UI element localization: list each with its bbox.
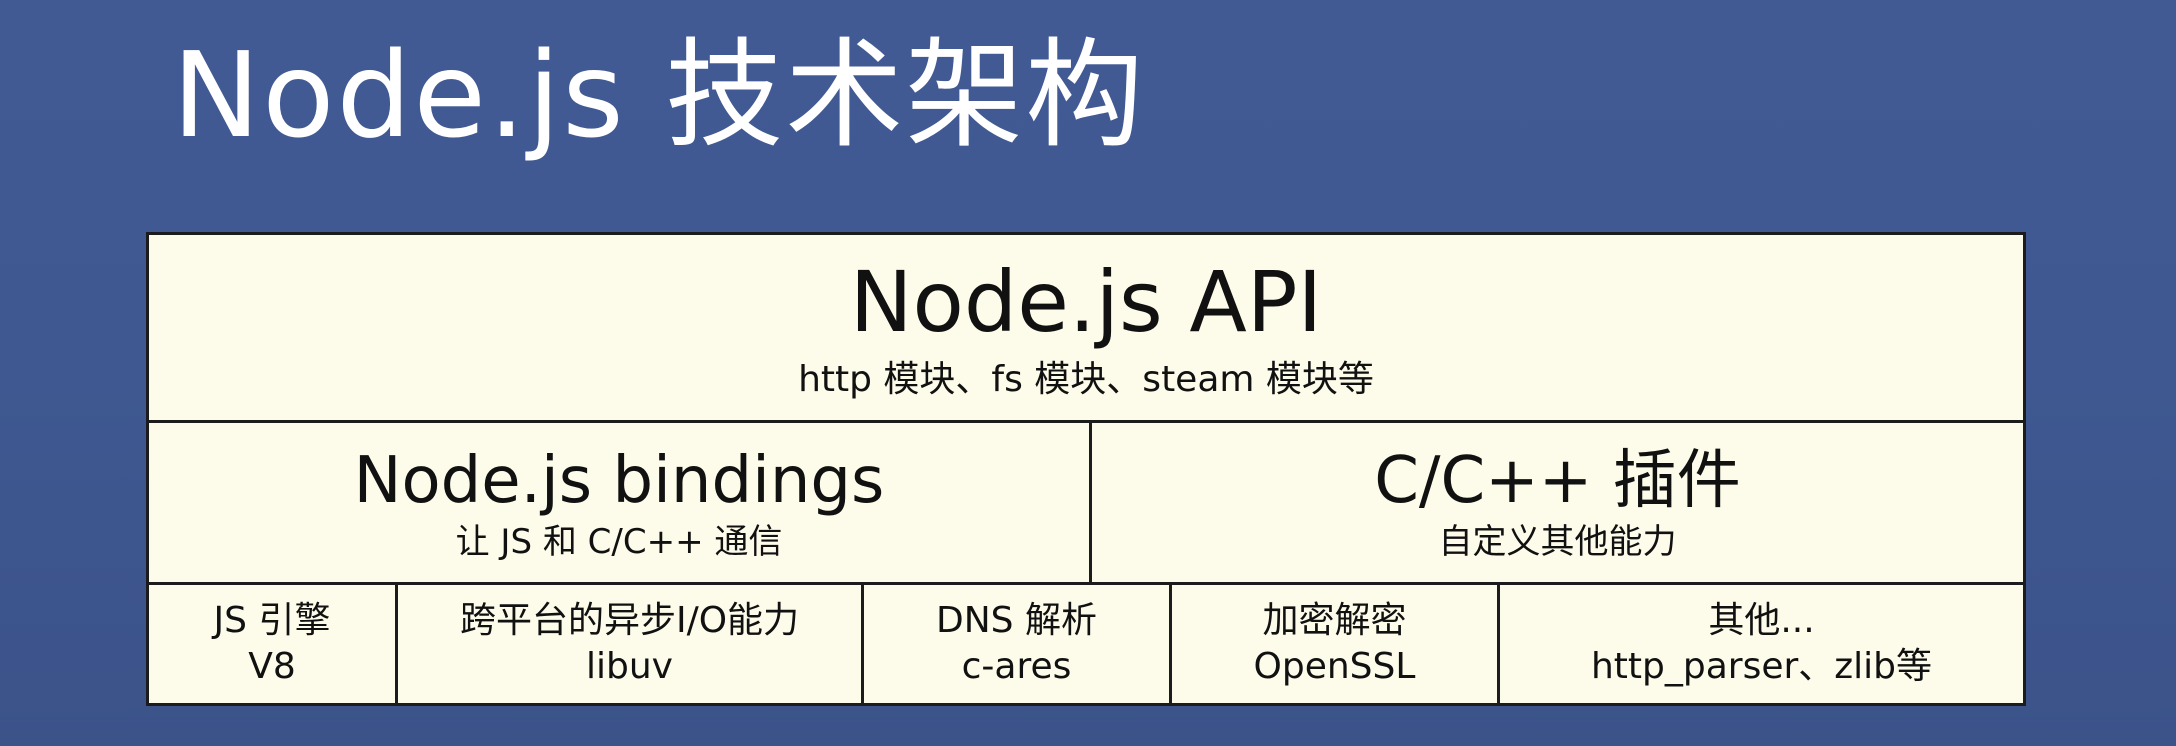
architecture-diagram: Node.js API http 模块、fs 模块、steam 模块等 Node… (146, 232, 2026, 706)
dep-v8-name: V8 (248, 646, 296, 687)
dep-other-label: 其他... (1708, 600, 1815, 641)
dep-other-box: 其他... http_parser、zlib等 (1497, 585, 2023, 703)
node-api-title: Node.js API (849, 252, 1323, 351)
addons-box: C/C++ 插件 自定义其他能力 (1089, 423, 2023, 582)
dep-libuv-box: 跨平台的异步I/O能力 libuv (395, 585, 861, 703)
dep-v8-label: JS 引擎 (213, 600, 331, 641)
node-api-subtitle: http 模块、fs 模块、steam 模块等 (798, 358, 1374, 400)
node-api-box: Node.js API http 模块、fs 模块、steam 模块等 (149, 235, 2023, 420)
binding-layer: Node.js bindings 让 JS 和 C/C++ 通信 C/C++ 插… (149, 423, 2023, 585)
dep-libuv-label: 跨平台的异步I/O能力 (459, 600, 800, 641)
addons-title: C/C++ 插件 (1374, 443, 1741, 518)
dep-v8-box: JS 引擎 V8 (149, 585, 395, 703)
dep-cares-label: DNS 解析 (936, 600, 1097, 641)
dep-openssl-name: OpenSSL (1253, 646, 1416, 687)
dep-cares-box: DNS 解析 c-ares (861, 585, 1169, 703)
dep-cares-name: c-ares (961, 646, 1072, 687)
slide: Node.js 技术架构 Node.js API http 模块、fs 模块、s… (0, 0, 2176, 746)
dependency-layer: JS 引擎 V8 跨平台的异步I/O能力 libuv DNS 解析 c-ares… (149, 585, 2023, 703)
bindings-box: Node.js bindings 让 JS 和 C/C++ 通信 (149, 423, 1089, 582)
addons-subtitle: 自定义其他能力 (1438, 521, 1677, 562)
dep-other-name: http_parser、zlib等 (1590, 646, 1933, 687)
bindings-title: Node.js bindings (353, 443, 885, 518)
bindings-subtitle: 让 JS 和 C/C++ 通信 (455, 521, 783, 562)
slide-title: Node.js 技术架构 (172, 26, 1146, 164)
dep-libuv-name: libuv (586, 646, 673, 687)
api-layer: Node.js API http 模块、fs 模块、steam 模块等 (149, 235, 2023, 423)
dep-openssl-label: 加密解密 (1262, 600, 1407, 641)
dep-openssl-box: 加密解密 OpenSSL (1169, 585, 1497, 703)
